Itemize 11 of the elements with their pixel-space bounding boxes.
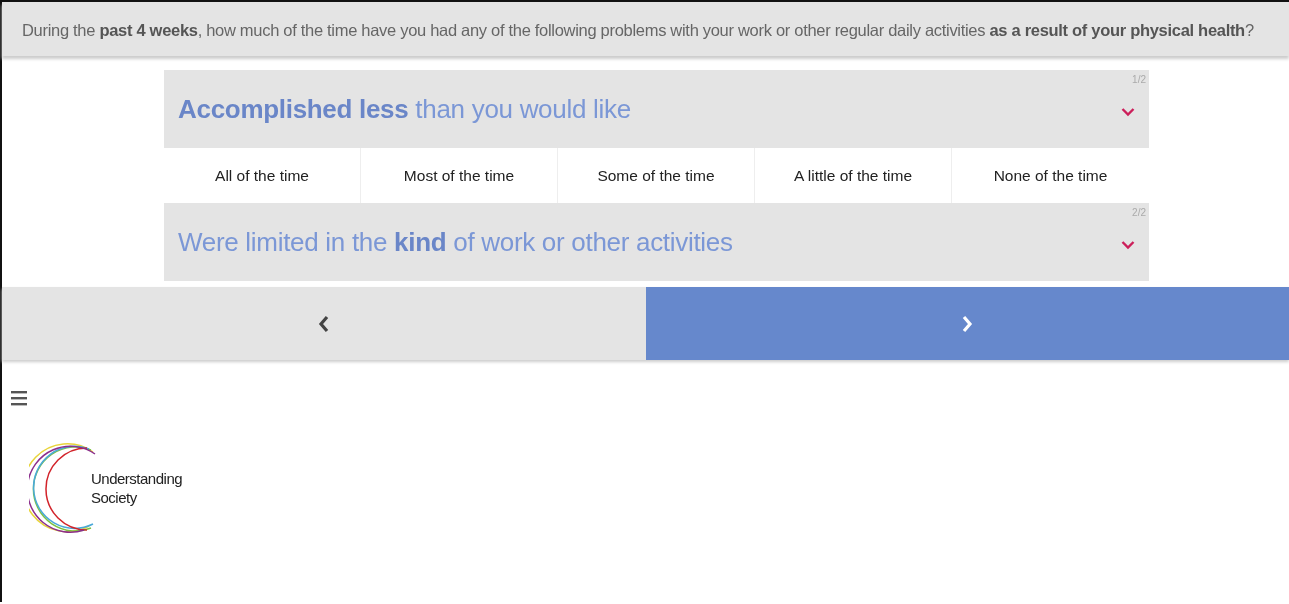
item-counter: 1/2 bbox=[1132, 74, 1146, 85]
item-label: Were limited in the kind of work or other activities bbox=[178, 226, 733, 258]
item-counter: 2/2 bbox=[1132, 207, 1146, 218]
question-text: During the past 4 weeks, how much of the time have you had any of the following problems with your work or other regular daily activities as a result of your physical health? bbox=[22, 20, 1255, 41]
item-label: Accomplished less than you would like bbox=[178, 93, 631, 125]
logo-text: Understanding Society bbox=[91, 468, 184, 507]
chevron-right-icon bbox=[961, 314, 974, 333]
menu-icon[interactable] bbox=[11, 390, 27, 406]
chevron-left-icon bbox=[317, 314, 330, 333]
chevron-down-icon[interactable] bbox=[1121, 240, 1135, 250]
chevron-down-icon[interactable] bbox=[1121, 107, 1135, 117]
